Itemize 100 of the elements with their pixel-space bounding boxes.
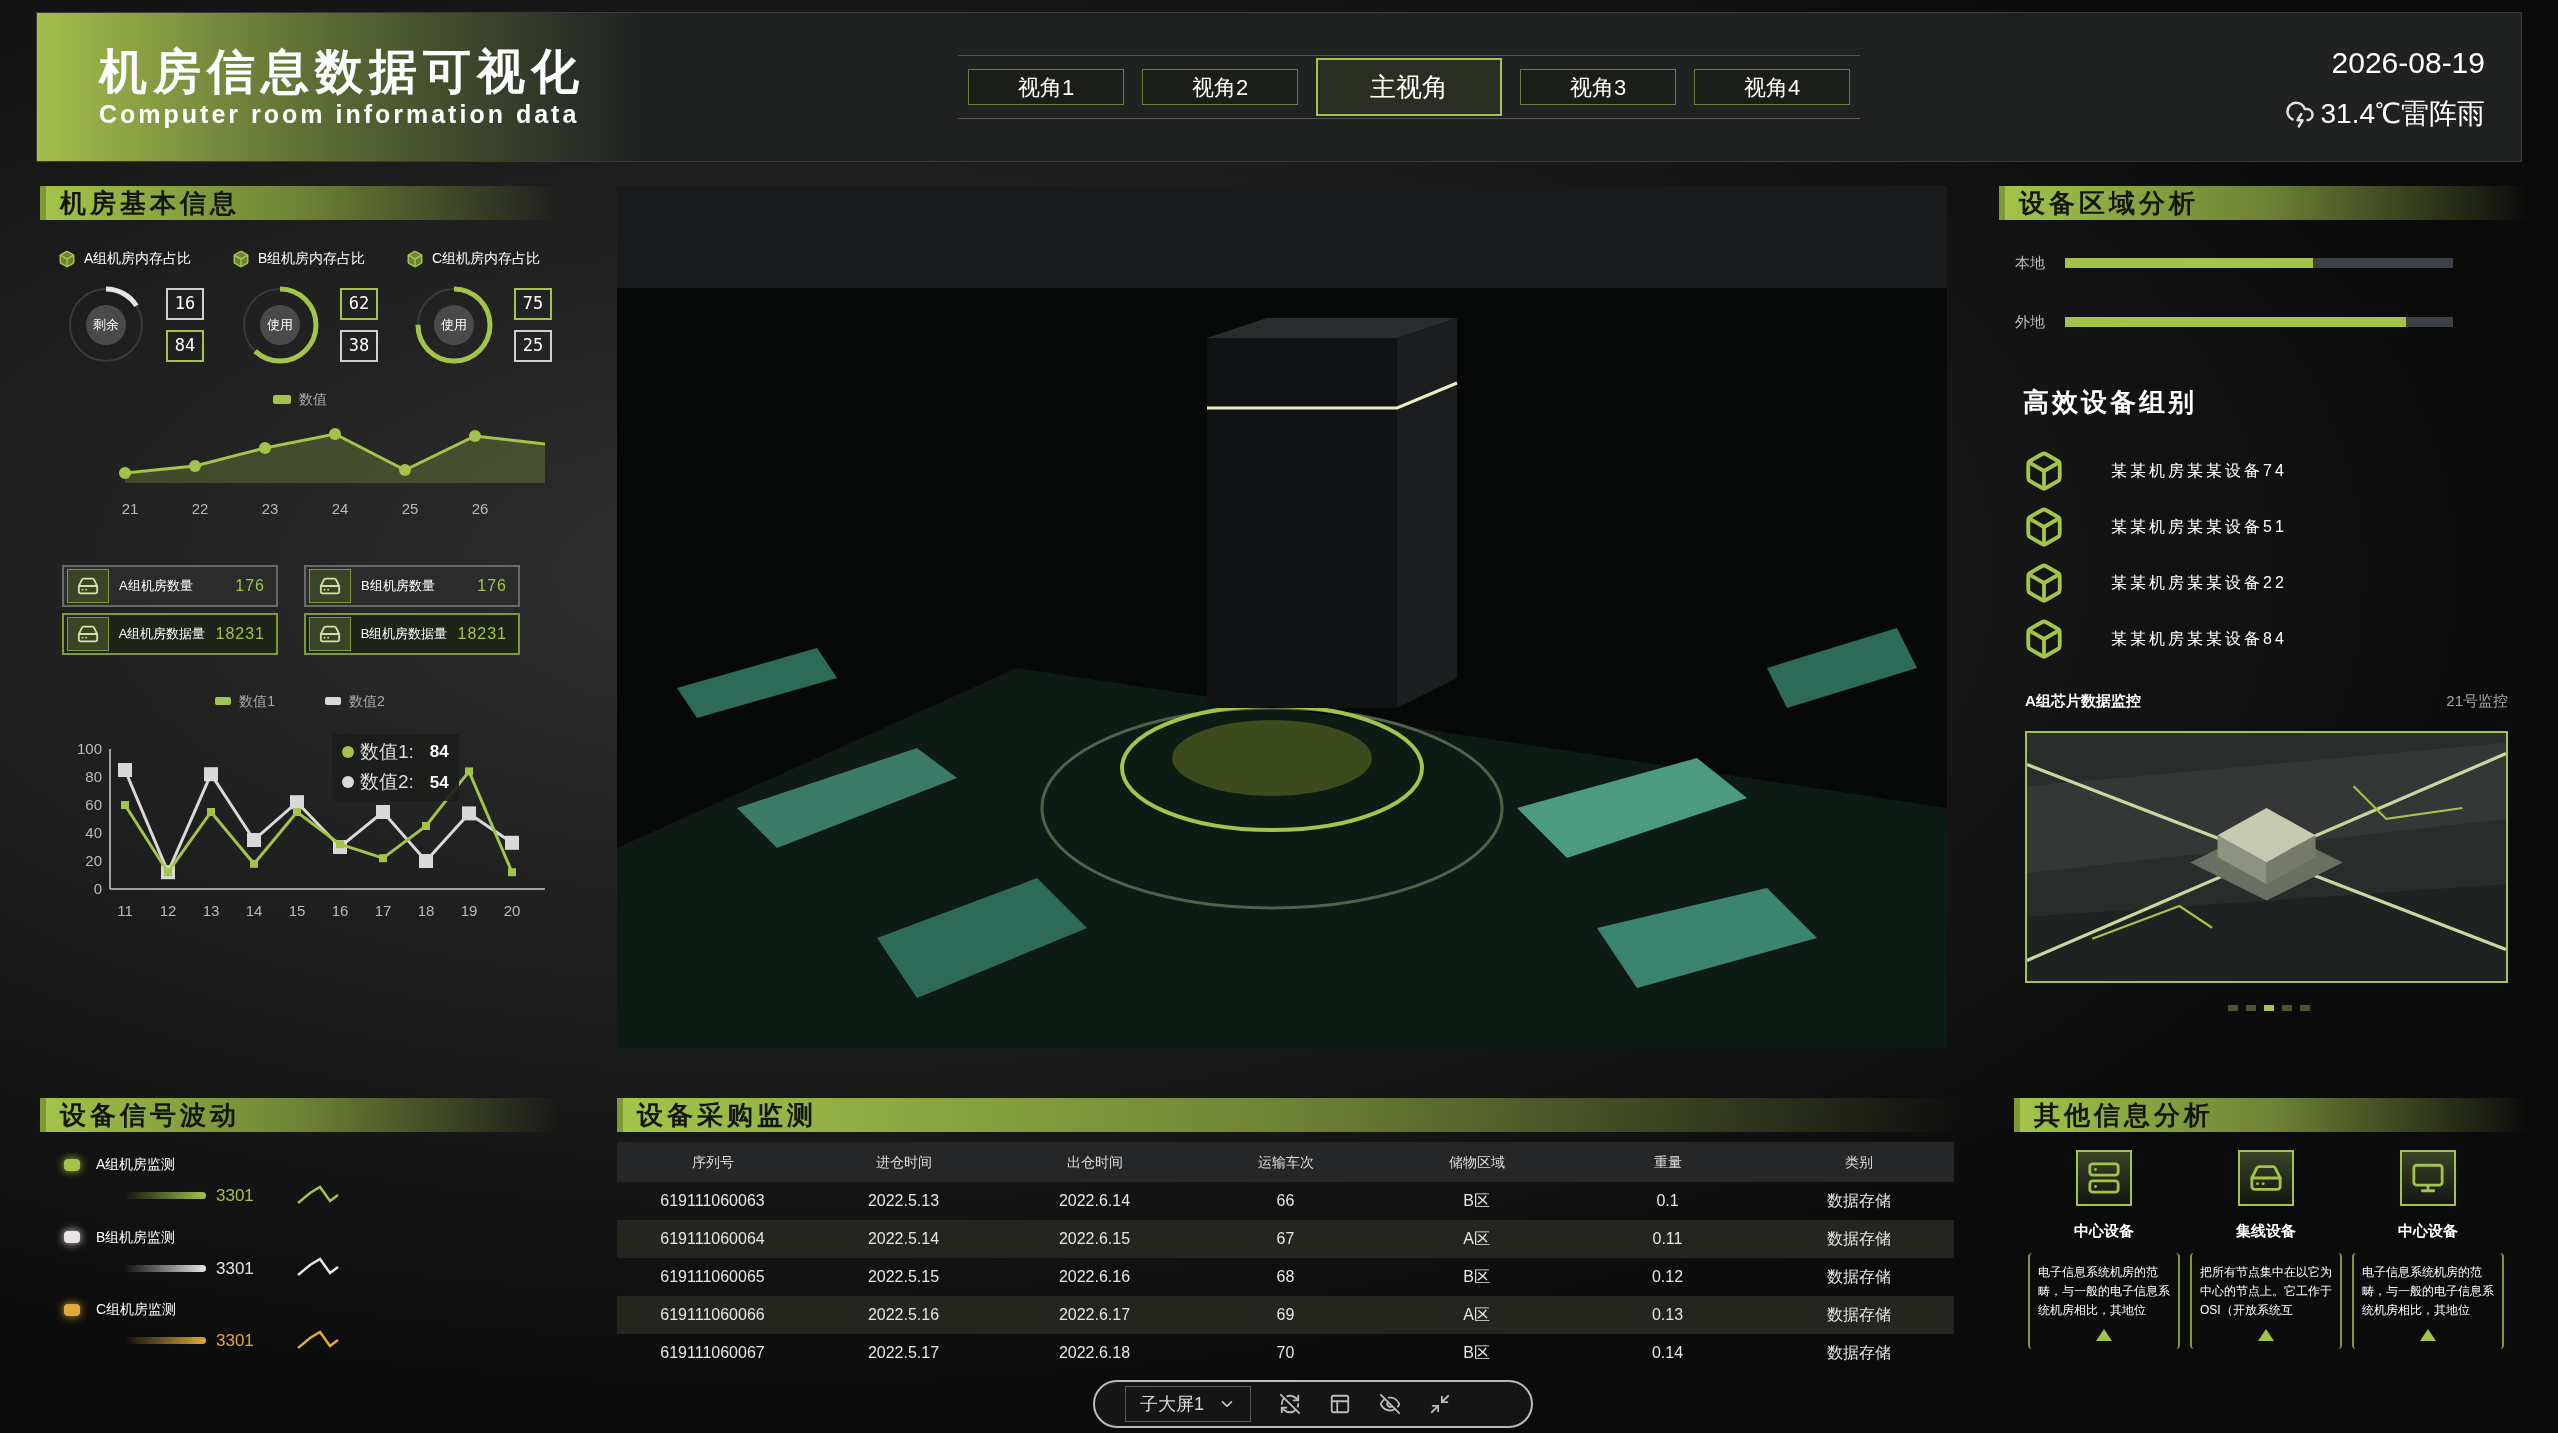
table-cell-text: 数据存储 [1825,1229,1892,1249]
axis-label: 14 [245,901,263,919]
table-cell-text: A区 [1462,1229,1491,1249]
number-box: 25 [514,330,552,362]
table-cell-text: 0.13 [1650,1305,1685,1325]
stat-label: B组机房数量 [361,576,436,595]
table-cell-text: 619111060063 [659,1191,766,1211]
number-box: 75 [514,288,552,320]
weather-text: 31.4℃雷阵雨 [2320,96,2485,131]
axis-label: 21 [120,499,140,519]
stat-value: 18231 [457,623,508,644]
date-text: 2026-08-19 [2331,44,2485,81]
table-cell-text: 619111060066 [659,1305,766,1325]
donut-label: A组机房内存占比 [84,249,192,268]
axis-label: 13 [202,901,220,919]
group-heading: 高效设备组别 [2022,386,2198,419]
monitor-label: B组机房监测 [96,1227,176,1247]
column-header: 重量 [1652,1152,1683,1172]
view-tab[interactable]: 视角2 [1142,69,1298,105]
number-box: 38 [340,330,378,362]
axis-label: 80 [85,767,102,785]
monitor-label: C组机房监测 [96,1300,177,1319]
tooltip-label: 数值2: [360,770,414,794]
monitor-label: A组机房监测 [96,1155,176,1174]
device-label: 中心设备 [2398,1221,2458,1241]
section-title: 机房基本信息 [60,190,240,216]
screen-dropdown[interactable]: 子大屏1 [1125,1386,1251,1422]
device-name: 某某机房某某设备84 [2111,629,2287,649]
section-title: 设备采购监测 [637,1102,817,1128]
table-cell-text: 619111060064 [659,1229,766,1249]
gauge-center-label: 剩余 [93,316,119,335]
column-header: 储物区域 [1447,1152,1506,1172]
table-cell-text: 0.12 [1650,1267,1685,1287]
table-cell-text: 2022.6.17 [1057,1305,1132,1325]
device-label: 集线设备 [2236,1221,2296,1241]
table-cell-text: 数据存储 [1825,1305,1892,1325]
device-name: 某某机房某某设备22 [2111,573,2287,593]
stat-label: A组机房数据量 [118,624,206,643]
card-text: 把所有节点集中在以它为中心的节点上。它工作于OSI（开放系统互 [2200,1263,2332,1319]
table-cell-text: 数据存储 [1825,1267,1892,1287]
number-box: 84 [166,330,204,362]
table-cell-text: 619111060067 [659,1343,766,1363]
axis-label: 19 [460,901,478,919]
axis-label: 24 [330,499,350,519]
table-cell-text: 2022.5.15 [866,1267,941,1287]
stat-label: B组机房数据量 [360,624,448,643]
gauge-center-label: 使用 [441,316,467,335]
table-cell-text: 66 [1275,1191,1296,1211]
table-cell-text: 0.14 [1650,1343,1685,1363]
donut-label: C组机房内存占比 [432,249,541,268]
axis-label: 0 [93,879,102,897]
table-cell-text: B区 [1462,1191,1491,1211]
number-box: 16 [166,288,204,320]
view-tab[interactable]: 主视角 [1316,58,1502,116]
table-cell-text: 2022.6.14 [1057,1191,1132,1211]
bar-label: 外地 [2015,311,2046,332]
axis-label: 25 [400,499,420,519]
table-cell-text: 2022.6.15 [1057,1229,1132,1249]
stat-value: 176 [235,575,266,596]
view-tab[interactable]: 视角4 [1694,69,1850,105]
tooltip-value: 84 [429,741,449,763]
table-cell-text: 2022.6.16 [1057,1267,1132,1287]
axis-label: 17 [374,901,392,919]
tooltip-value: 54 [429,771,449,794]
stat-value: 176 [477,575,508,596]
axis-label: 18 [417,901,435,919]
device-name: 某某机房某某设备74 [2111,461,2287,481]
monitor-title: A组芯片数据监控 [2025,691,2141,711]
number-box: 62 [340,288,378,320]
column-header: 出仓时间 [1065,1152,1124,1172]
app-subtitle: Computer room information data [99,101,581,127]
column-header: 类别 [1843,1152,1874,1172]
axis-label: 26 [470,499,490,519]
card-text: 电子信息系统机房的范畴，与一般的电子信息系统机房相比，其地位 [2038,1263,2170,1319]
stat-value: 18231 [215,623,266,644]
bar-label: 本地 [2015,253,2046,273]
axis-label: 12 [159,901,177,919]
device-label: 中心设备 [2074,1221,2134,1241]
monitor-tag: 21号监控 [2446,690,2508,713]
column-header: 运输车次 [1256,1152,1315,1172]
table-cell-text: 2022.5.13 [866,1191,941,1211]
app-title: 机房信息数据可视化 [99,47,586,96]
table-cell-text: 2022.6.18 [1057,1343,1132,1363]
view-tab[interactable]: 视角3 [1520,69,1676,105]
axis-label: 15 [288,901,306,919]
signal-value: 3301 [216,1257,255,1280]
view-tab[interactable]: 视角1 [968,69,1124,105]
tooltip-label: 数值1: [360,739,414,764]
gauge-center-label: 使用 [267,316,293,335]
table-cell-text: B区 [1462,1267,1491,1287]
table-cell-text: 67 [1275,1229,1296,1249]
section-title: 其他信息分析 [2034,1102,2214,1128]
column-header: 序列号 [690,1152,735,1172]
table-cell-text: 0.11 [1651,1229,1684,1249]
table-cell-text: 68 [1275,1267,1296,1287]
axis-label: 20 [85,851,102,869]
table-cell-text: 0.1 [1655,1191,1680,1211]
table-cell-text: 70 [1275,1343,1296,1363]
axis-label: 23 [260,499,280,519]
section-title: 设备区域分析 [2019,190,2199,216]
